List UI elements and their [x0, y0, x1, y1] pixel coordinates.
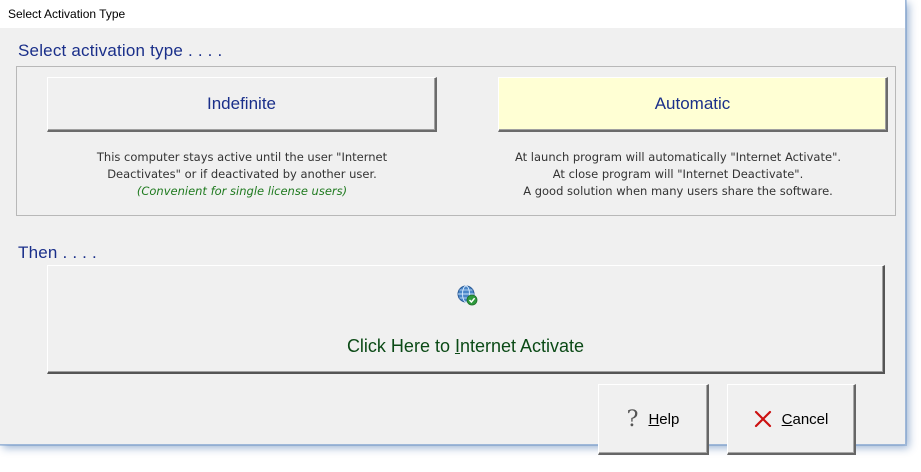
select-type-heading: Select activation type . . . .	[18, 41, 223, 60]
activation-dialog: Select Activation Type Select activation…	[0, 0, 906, 455]
activate-label-prefix: Click Here to	[346, 336, 455, 356]
help-label: Help	[648, 411, 679, 428]
help-button[interactable]: ? Help	[598, 384, 709, 455]
window-title: Select Activation Type	[8, 7, 126, 21]
indefinite-button[interactable]: Indefinite	[47, 77, 437, 132]
indefinite-label: Indefinite	[207, 94, 276, 113]
globe-check-icon	[457, 285, 478, 306]
activation-type-panel: Indefinite Automatic This computer stays…	[16, 66, 896, 216]
indefinite-desc-line2: Deactivates" or if deactivated by anothe…	[107, 167, 377, 181]
cancel-button[interactable]: Cancel	[727, 384, 856, 455]
internet-activate-button[interactable]: Click Here to Internet Activate	[47, 265, 885, 374]
cancel-label-rest: ancel	[792, 410, 829, 428]
question-icon: ?	[626, 406, 639, 432]
automatic-description: At launch program will automatically "In…	[463, 149, 893, 200]
help-label-rest: elp	[659, 410, 680, 428]
then-heading: Then . . . .	[18, 243, 97, 262]
internet-activate-label: Click Here to Internet Activate	[48, 336, 883, 357]
indefinite-desc-line1: This computer stays active until the use…	[96, 150, 388, 164]
x-icon	[754, 410, 771, 428]
automatic-label: Automatic	[654, 94, 731, 113]
automatic-desc-line1: At launch program will automatically "In…	[514, 150, 842, 164]
cancel-hotkey: C	[781, 410, 793, 428]
title-bar: Select Activation Type	[0, 0, 905, 28]
indefinite-note: (Convenient for single license users)	[136, 184, 348, 198]
activate-label-suffix: nternet Activate	[459, 336, 585, 356]
automatic-desc-line3: A good solution when many users share th…	[523, 184, 833, 198]
indefinite-description: This computer stays active until the use…	[37, 149, 447, 200]
automatic-desc-line2: At close program will "Internet Deactiva…	[552, 167, 804, 181]
cancel-label: Cancel	[782, 411, 829, 428]
help-hotkey: H	[648, 410, 660, 428]
automatic-button[interactable]: Automatic	[498, 77, 888, 132]
